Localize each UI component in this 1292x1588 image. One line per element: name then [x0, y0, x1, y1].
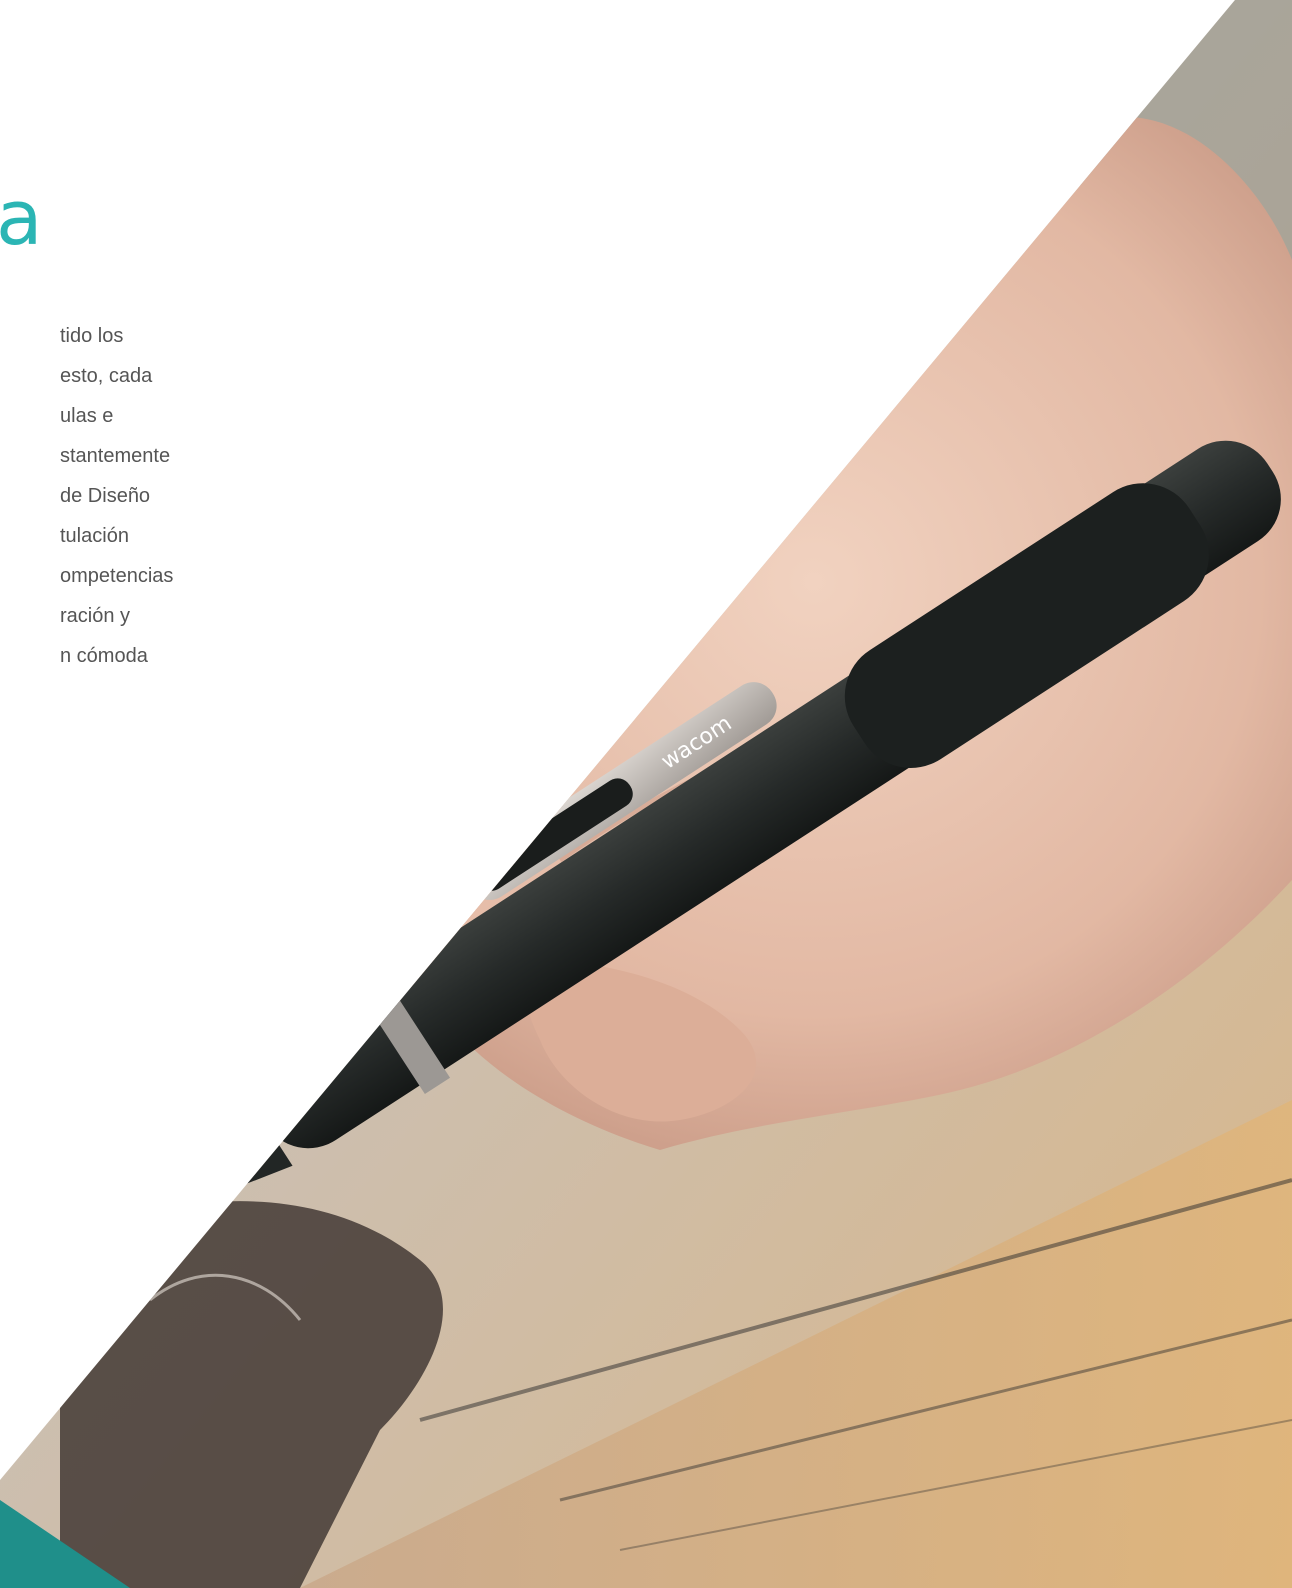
paragraph-line: tido los [60, 325, 124, 347]
paragraph-line: n cómoda [60, 645, 148, 667]
paragraph-line: ulas e [60, 405, 114, 427]
paragraph-line: tulación [60, 525, 129, 547]
paragraph-line: esto, cada [60, 365, 153, 387]
paragraph-line: de Diseño [60, 485, 151, 507]
paragraph-line: ración y [60, 605, 131, 627]
paragraph-line: ompetencias [60, 565, 174, 587]
paragraph-line: stantemente [60, 445, 171, 467]
body-paragraph: tido los esto, cada ulas e stantemente d… [60, 316, 174, 676]
section-heading-fragment: a [0, 173, 43, 262]
hero-photo-pen-hand: wacom [0, 0, 1292, 1588]
